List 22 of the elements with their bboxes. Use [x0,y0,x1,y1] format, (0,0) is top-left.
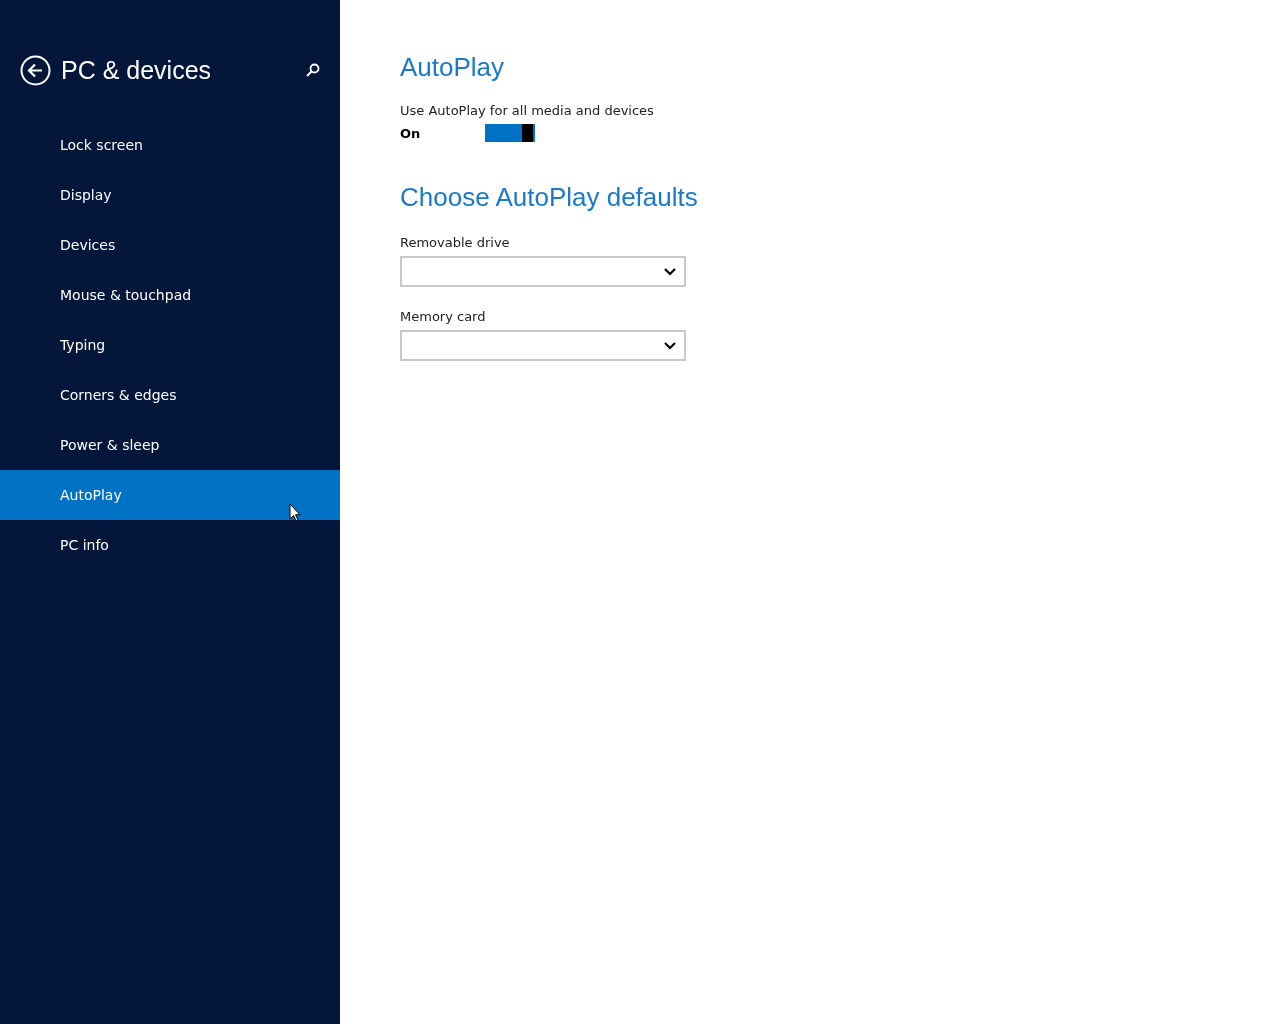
nav-item[interactable]: AutoPlay [0,470,340,520]
autoplay-toggle[interactable] [485,124,535,142]
chevron-down-icon [664,267,676,276]
nav-item[interactable]: PC info [0,520,340,570]
page-title: AutoPlay [400,52,505,83]
nav-item[interactable]: Mouse & touchpad [0,270,340,320]
search-icon[interactable] [306,63,320,77]
nav-item[interactable]: Corners & edges [0,370,340,420]
dropdown-label: Removable drive [400,235,510,250]
section-title: Choose AutoPlay defaults [400,182,698,213]
toggle-label: Use AutoPlay for all media and devices [400,103,654,118]
nav-item[interactable]: Display [0,170,340,220]
nav-item[interactable]: Devices [0,220,340,270]
nav-item[interactable]: Lock screen [0,120,340,170]
sidebar-title: PC & devices [61,55,213,85]
dropdown-label: Memory card [400,309,486,324]
mouse-cursor-icon [289,503,301,522]
nav-item[interactable]: Power & sleep [0,420,340,470]
toggle-state-text: On [400,125,422,141]
chevron-down-icon [664,341,676,350]
nav-item[interactable]: Typing [0,320,340,370]
back-icon[interactable] [20,54,51,86]
